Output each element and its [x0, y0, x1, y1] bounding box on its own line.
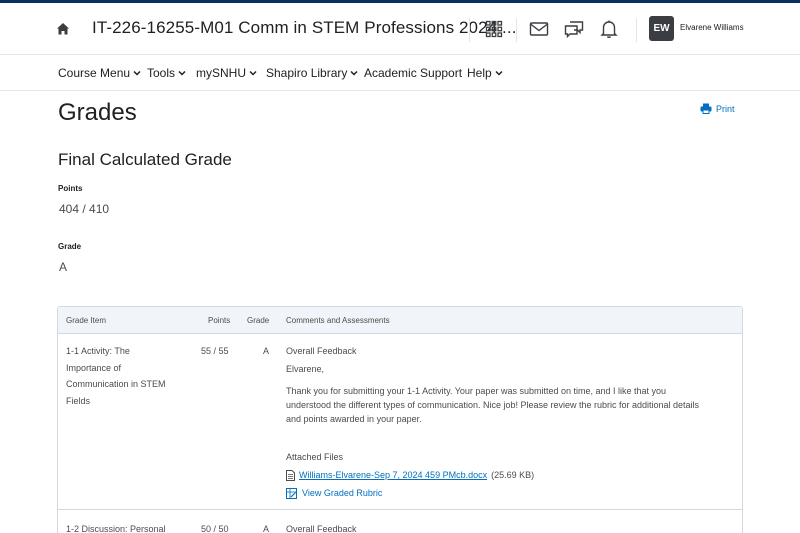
overall-feedback-title: Overall Feedback: [286, 346, 357, 356]
grade-item-name: 1-1 Activity: The Importance of Communic…: [66, 346, 166, 406]
grade-item-points: 55 / 55: [201, 346, 229, 356]
bell-icon[interactable]: [597, 17, 621, 41]
printer-icon: [700, 103, 712, 114]
chevron-down-icon: [350, 70, 358, 76]
chat-icon[interactable]: [562, 17, 586, 41]
nav-label: mySNHU: [196, 66, 246, 80]
view-graded-rubric-label: View Graded Rubric: [302, 488, 383, 498]
page-title: Grades: [58, 99, 137, 126]
nav-tools[interactable]: Tools: [147, 66, 186, 80]
attached-file: Williams-Elvarene-Sep 7, 2024 459 PMcb.d…: [286, 468, 742, 482]
nav-label: Help: [467, 66, 492, 80]
chevron-down-icon: [178, 70, 186, 76]
nav-help[interactable]: Help: [467, 66, 503, 80]
course-header: IT-226-16255-M01 Comm in STEM Profession…: [0, 3, 800, 55]
chevron-down-icon: [133, 70, 141, 76]
avatar[interactable]: EW: [649, 16, 674, 41]
header-divider: [636, 18, 637, 42]
nav-label: Academic Support: [364, 66, 463, 80]
table-row: 1-2 Discussion: Personal 50 / 50 A Overa…: [58, 511, 742, 533]
overall-feedback-title: Overall Feedback: [286, 524, 357, 533]
nav-mysnhu[interactable]: mySNHU: [196, 66, 257, 80]
header-divider: [516, 18, 517, 42]
attached-file-size: (25.69 KB): [491, 470, 535, 480]
grades-table: Grade Item Points Grade Comments and Ass…: [57, 306, 743, 533]
grade-item-grade: A: [263, 346, 270, 356]
header-points: Points: [208, 316, 231, 325]
nav-label: Tools: [147, 66, 176, 80]
header-divider: [469, 18, 470, 42]
feedback-greeting: Elvarene,: [286, 364, 325, 374]
document-icon: [286, 469, 295, 481]
nav-shapiro-library[interactable]: Shapiro Library: [266, 66, 358, 80]
rubric-icon: [286, 487, 297, 499]
grade-label: Grade: [58, 242, 82, 251]
grade-value: A: [59, 260, 68, 274]
header-grade-item: Grade Item: [66, 316, 107, 325]
table-row: 1-1 Activity: The Importance of Communic…: [58, 334, 742, 510]
attached-file-link[interactable]: Williams-Elvarene-Sep 7, 2024 459 PMcb.d…: [299, 468, 487, 482]
nav-course-menu[interactable]: Course Menu: [58, 66, 141, 80]
feedback-text: Thank you for submitting your 1-1 Activi…: [286, 386, 700, 424]
header-comments: Comments and Assessments: [286, 316, 390, 325]
attached-files-label: Attached Files: [286, 452, 344, 462]
mail-icon[interactable]: [527, 17, 551, 41]
grade-item-points: 50 / 50: [201, 524, 229, 533]
course-navbar: Course Menu Tools mySNHU Shapiro Library…: [0, 56, 800, 91]
chevron-down-icon: [249, 70, 257, 76]
home-icon[interactable]: [55, 21, 71, 37]
nav-academic-support[interactable]: Academic Support: [364, 66, 462, 80]
nav-label: Course Menu: [58, 66, 131, 80]
points-label: Points: [58, 184, 83, 193]
grade-item-name: 1-2 Discussion: Personal: [66, 524, 166, 533]
final-grade-title: Final Calculated Grade: [58, 150, 232, 169]
grid-icon[interactable]: [482, 17, 506, 41]
chevron-down-icon: [495, 70, 503, 76]
print-label: Print: [716, 103, 735, 114]
table-header: Grade Item Points Grade Comments and Ass…: [58, 307, 742, 334]
view-graded-rubric[interactable]: View Graded Rubric: [286, 486, 742, 500]
header-grade: Grade: [247, 316, 270, 325]
course-title[interactable]: IT-226-16255-M01 Comm in STEM Profession…: [92, 18, 517, 38]
points-value: 404 / 410: [59, 202, 110, 216]
user-name[interactable]: Elvarene Williams: [680, 23, 744, 32]
grade-item-grade: A: [263, 524, 270, 533]
nav-label: Shapiro Library: [266, 66, 348, 80]
print-button[interactable]: Print: [700, 103, 735, 114]
